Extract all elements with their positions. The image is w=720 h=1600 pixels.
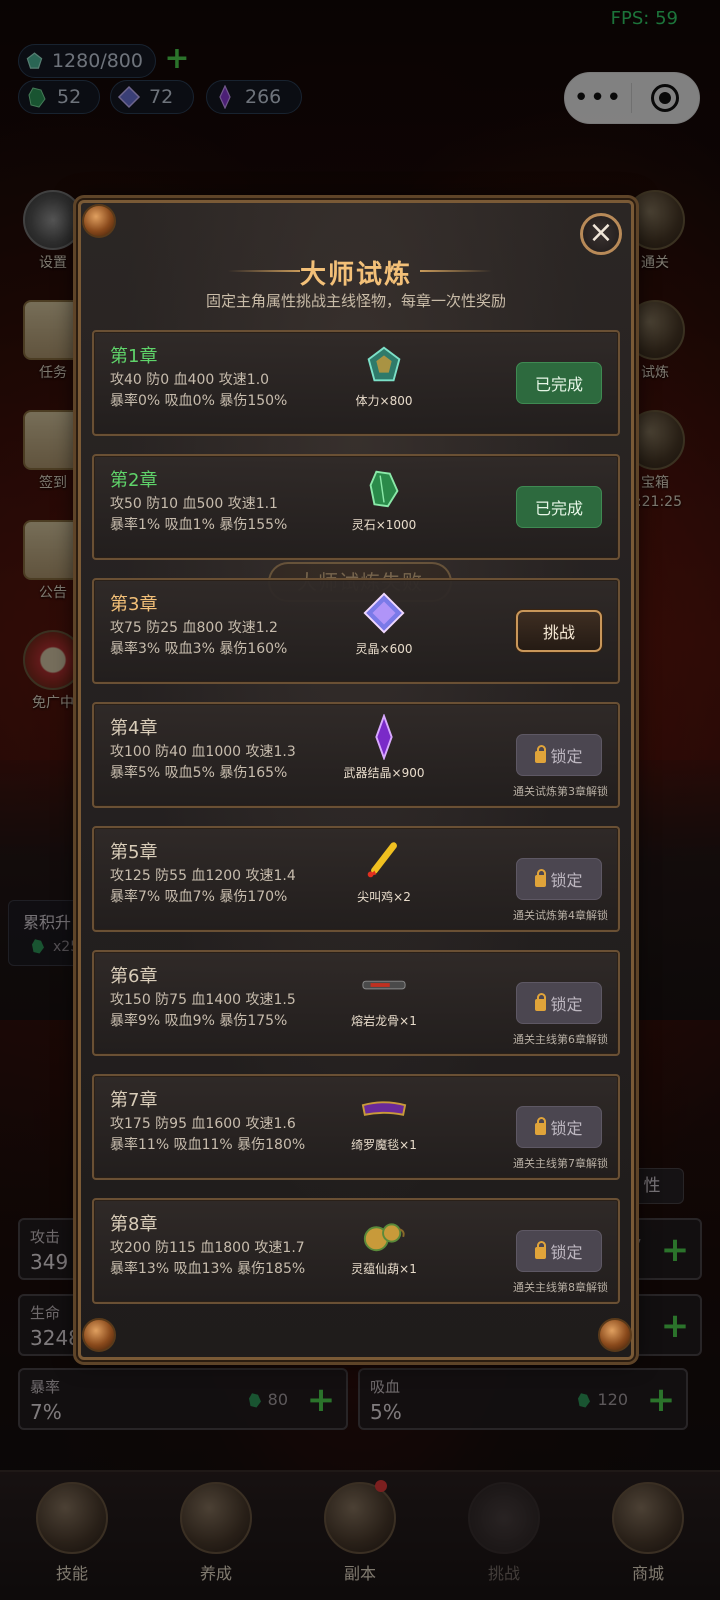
chapter-stats: 攻200 防115 血1800 攻速1.7 暴率13% 吸血13% 暴伤185% (110, 1238, 305, 1280)
chapter-stats-line2: 暴率1% 吸血1% 暴伤155% (110, 517, 288, 533)
chapter-5-card: 第5章 攻125 防55 血1200 攻速1.4 暴率7% 吸血7% 暴伤170… (92, 826, 620, 932)
chapter-6-card: 第6章 攻150 防75 血1400 攻速1.5 暴率9% 吸血9% 暴伤175… (92, 950, 620, 1056)
locked-label: 锁定 (550, 1119, 583, 1138)
locked-label: 锁定 (550, 747, 583, 766)
unlock-hint: 通关试炼第3章解锁 (513, 785, 608, 798)
chapter-stats-line1: 攻125 防55 血1200 攻速1.4 (110, 868, 296, 884)
lock-icon (535, 744, 547, 763)
chapter-stats: 攻150 防75 血1400 攻速1.5 暴率9% 吸血9% 暴伤175% (110, 990, 296, 1032)
weapon-crystal-icon (375, 714, 393, 760)
spirit-gourd-icon (363, 1223, 405, 1252)
locked-button: 锁定 (516, 982, 602, 1024)
dialog-subtitle: 固定主角属性挑战主线怪物，每章一次性奖励 (205, 292, 506, 310)
challenge-button[interactable]: 挑战 (516, 610, 602, 652)
chapter-title: 第7章 (110, 1090, 158, 1111)
completed-button[interactable]: 已完成 (516, 486, 602, 528)
chapter-1-card: 第1章 攻40 防0 血400 攻速1.0 暴率0% 吸血0% 暴伤150% 体… (92, 330, 620, 436)
chapter-stats: 攻50 防10 血500 攻速1.1 暴率1% 吸血1% 暴伤155% (110, 494, 287, 536)
lock-icon (535, 1116, 547, 1135)
chapter-reward: 灵石×1000 (314, 466, 454, 533)
corner-ornament (82, 204, 116, 238)
reward-label: 武器结晶×900 (343, 766, 425, 780)
chapter-title: 第1章 (110, 346, 158, 367)
completed-button[interactable]: 已完成 (516, 362, 602, 404)
spirit-stone-icon (369, 470, 399, 508)
chapter-stats-line1: 攻75 防25 血800 攻速1.2 (110, 620, 278, 636)
locked-label: 锁定 (550, 871, 583, 890)
magic-carpet-icon (361, 1101, 407, 1116)
chapter-reward: 灵晶×600 (314, 590, 454, 657)
chapter-reward: 灵蕴仙葫×1 (314, 1210, 454, 1277)
chapter-stats-line1: 攻150 防75 血1400 攻速1.5 (110, 992, 296, 1008)
chapter-stats-line2: 暴率3% 吸血3% 暴伤160% (110, 641, 288, 657)
chapter-stats-line2: 暴率0% 吸血0% 暴伤150% (110, 393, 288, 409)
unlock-hint: 通关试炼第4章解锁 (513, 909, 608, 922)
chapter-2-card: 第2章 攻50 防10 血500 攻速1.1 暴率1% 吸血1% 暴伤155% … (92, 454, 620, 560)
chapter-stats: 攻40 防0 血400 攻速1.0 暴率0% 吸血0% 暴伤150% (110, 370, 287, 412)
chapter-stats-line2: 暴率9% 吸血9% 暴伤175% (110, 1013, 288, 1029)
reward-label: 绮罗魔毯×1 (351, 1138, 417, 1152)
reward-label: 尖叫鸡×2 (357, 890, 411, 904)
chapter-reward: 熔岩龙骨×1 (314, 962, 454, 1029)
completed-label: 已完成 (534, 375, 583, 394)
chapter-stats-line1: 攻175 防95 血1600 攻速1.6 (110, 1116, 296, 1132)
lock-icon (535, 868, 547, 887)
locked-button: 锁定 (516, 1106, 602, 1148)
locked-label: 锁定 (550, 1243, 583, 1262)
chapter-4-card: 第4章 攻100 防40 血1000 攻速1.3 暴率5% 吸血5% 暴伤165… (92, 702, 620, 808)
dialog-title: 大师试炼 (299, 260, 412, 290)
reward-label: 体力×800 (355, 394, 413, 408)
reward-label: 灵晶×600 (355, 642, 413, 656)
chapter-stats: 攻75 防25 血800 攻速1.2 暴率3% 吸血3% 暴伤160% (110, 618, 287, 660)
lock-icon (535, 1240, 547, 1259)
chapter-reward: 绮罗魔毯×1 (314, 1086, 454, 1153)
lava-dragon-bone-icon (362, 980, 406, 990)
chapter-3-card: 第3章 攻75 防25 血800 攻速1.2 暴率3% 吸血3% 暴伤160% … (92, 578, 620, 684)
reward-label: 灵蕴仙葫×1 (351, 1262, 417, 1276)
reward-label: 熔岩龙骨×1 (351, 1014, 417, 1028)
chapter-reward: 体力×800 (314, 342, 454, 409)
reward-label: 灵石×1000 (351, 518, 417, 532)
chapter-title: 第4章 (110, 718, 158, 739)
unlock-hint: 通关主线第8章解锁 (513, 1281, 608, 1294)
chapter-stats: 攻175 防95 血1600 攻速1.6 暴率11% 吸血11% 暴伤180% (110, 1114, 305, 1156)
locked-button: 锁定 (516, 858, 602, 900)
chapter-reward: 武器结晶×900 (314, 714, 454, 781)
corner-ornament (598, 1318, 632, 1352)
chapter-stats-line2: 暴率11% 吸血11% 暴伤180% (110, 1137, 306, 1153)
chapter-stats-line1: 攻40 防0 血400 攻速1.0 (110, 372, 270, 388)
chapter-8-card: 第8章 攻200 防115 血1800 攻速1.7 暴率13% 吸血13% 暴伤… (92, 1198, 620, 1304)
chapter-7-card: 第7章 攻175 防95 血1600 攻速1.6 暴率11% 吸血11% 暴伤1… (92, 1074, 620, 1180)
locked-button: 锁定 (516, 734, 602, 776)
chapter-stats-line2: 暴率7% 吸血7% 暴伤170% (110, 889, 288, 905)
chapter-stats: 攻100 防40 血1000 攻速1.3 暴率5% 吸血5% 暴伤165% (110, 742, 296, 784)
chapter-stats-line1: 攻200 防115 血1800 攻速1.7 (110, 1240, 305, 1256)
chapter-title: 第8章 (110, 1214, 158, 1235)
challenge-label: 挑战 (542, 623, 575, 642)
chapter-title: 第3章 (110, 594, 158, 615)
chapter-title: 第6章 (110, 966, 158, 987)
locked-button: 锁定 (516, 1230, 602, 1272)
chapter-stats-line1: 攻100 防40 血1000 攻速1.3 (110, 744, 296, 760)
unlock-hint: 通关主线第6章解锁 (513, 1033, 608, 1046)
locked-label: 锁定 (550, 995, 583, 1014)
stamina-gem-icon (367, 346, 401, 382)
unlock-hint: 通关主线第7章解锁 (513, 1157, 608, 1170)
chapter-stats-line2: 暴率13% 吸血13% 暴伤185% (110, 1261, 306, 1277)
chapter-title: 第5章 (110, 842, 158, 863)
spirit-crystal-icon (363, 592, 405, 634)
completed-label: 已完成 (534, 499, 583, 518)
chapter-stats: 攻125 防55 血1200 攻速1.4 暴率7% 吸血7% 暴伤170% (110, 866, 296, 908)
chapter-title: 第2章 (110, 470, 158, 491)
chapter-reward: 尖叫鸡×2 (314, 838, 454, 905)
corner-ornament (82, 1318, 116, 1352)
lock-icon (535, 992, 547, 1011)
close-dialog-button[interactable]: × (580, 213, 622, 255)
chapter-stats-line1: 攻50 防10 血500 攻速1.1 (110, 496, 278, 512)
chapter-stats-line2: 暴率5% 吸血5% 暴伤165% (110, 765, 288, 781)
screaming-chicken-icon (367, 842, 397, 878)
